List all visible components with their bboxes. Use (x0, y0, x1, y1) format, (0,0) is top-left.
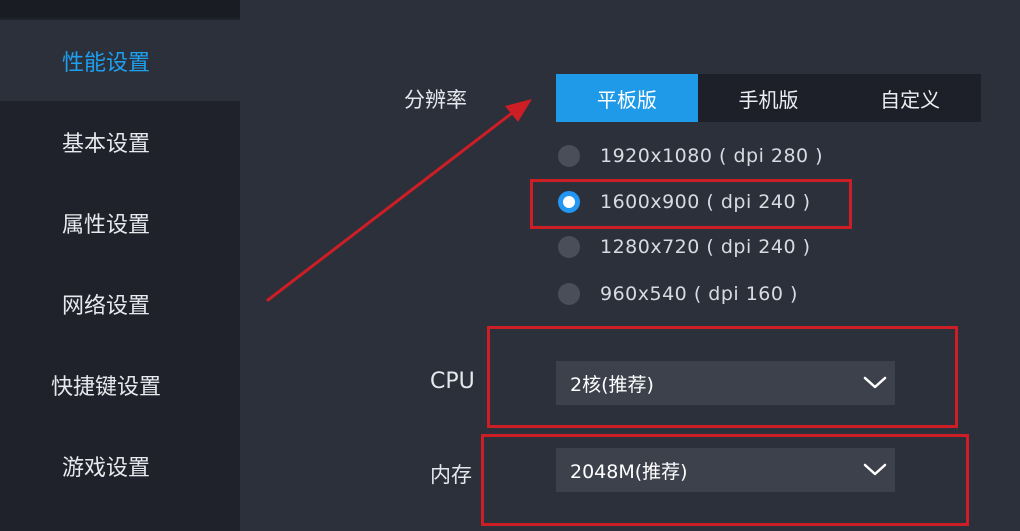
sidebar-item-game[interactable]: 游戏设置 (0, 425, 240, 506)
radio-button-checked[interactable] (558, 191, 580, 213)
memory-select-value: 2048M(推荐) (570, 460, 688, 483)
tab-label: 手机版 (738, 87, 799, 112)
tab-label: 自定义 (880, 87, 941, 112)
chevron-down-icon (855, 361, 895, 405)
cpu-label: CPU (430, 369, 475, 394)
tab-label: 平板版 (596, 87, 657, 112)
sidebar-item-label: 属性设置 (61, 212, 150, 238)
tab-tablet[interactable]: 平板版 (556, 74, 698, 122)
radio-button[interactable] (558, 145, 580, 167)
sidebar-item-basic[interactable]: 基本设置 (0, 101, 240, 182)
radio-label: 960x540 ( dpi 160 ) (600, 283, 798, 305)
sidebar-item-properties[interactable]: 属性设置 (0, 182, 240, 263)
sidebar-item-label: 游戏设置 (61, 455, 150, 481)
radio-label: 1600x900 ( dpi 240 ) (600, 191, 811, 213)
chevron-down-icon (855, 448, 895, 492)
resolution-option-1600x900[interactable]: 1600x900 ( dpi 240 ) (558, 187, 811, 217)
sidebar-item-shortcuts[interactable]: 快捷键设置 (0, 344, 240, 425)
sidebar-top-strip (0, 0, 240, 18)
memory-select[interactable]: 2048M(推荐) (556, 448, 895, 492)
resolution-mode-tabs: 平板版 手机版 自定义 (556, 74, 981, 122)
resolution-option-1920x1080[interactable]: 1920x1080 ( dpi 280 ) (558, 141, 823, 171)
resolution-option-960x540[interactable]: 960x540 ( dpi 160 ) (558, 279, 798, 309)
sidebar: 性能设置 基本设置 属性设置 网络设置 快捷键设置 游戏设置 (0, 0, 240, 531)
sidebar-item-label: 性能设置 (61, 50, 150, 76)
resolution-option-1280x720[interactable]: 1280x720 ( dpi 240 ) (558, 232, 811, 262)
resolution-label: 分辨率 (404, 88, 467, 112)
cpu-select-value: 2核(推荐) (570, 373, 654, 396)
radio-label: 1280x720 ( dpi 240 ) (600, 236, 811, 258)
sidebar-item-label: 网络设置 (61, 293, 150, 319)
cpu-select[interactable]: 2核(推荐) (556, 361, 895, 405)
radio-label: 1920x1080 ( dpi 280 ) (600, 145, 824, 167)
radio-button[interactable] (558, 283, 580, 305)
radio-button[interactable] (558, 236, 580, 258)
sidebar-item-label: 基本设置 (61, 131, 150, 157)
tab-custom[interactable]: 自定义 (839, 74, 981, 122)
sidebar-item-performance[interactable]: 性能设置 (0, 20, 240, 101)
settings-window: 性能设置 基本设置 属性设置 网络设置 快捷键设置 游戏设置 分辨率 平板版 手… (0, 0, 1020, 531)
tab-phone[interactable]: 手机版 (698, 74, 840, 122)
memory-label: 内存 (430, 463, 472, 487)
sidebar-item-label: 快捷键设置 (50, 374, 161, 400)
sidebar-item-network[interactable]: 网络设置 (0, 263, 240, 344)
